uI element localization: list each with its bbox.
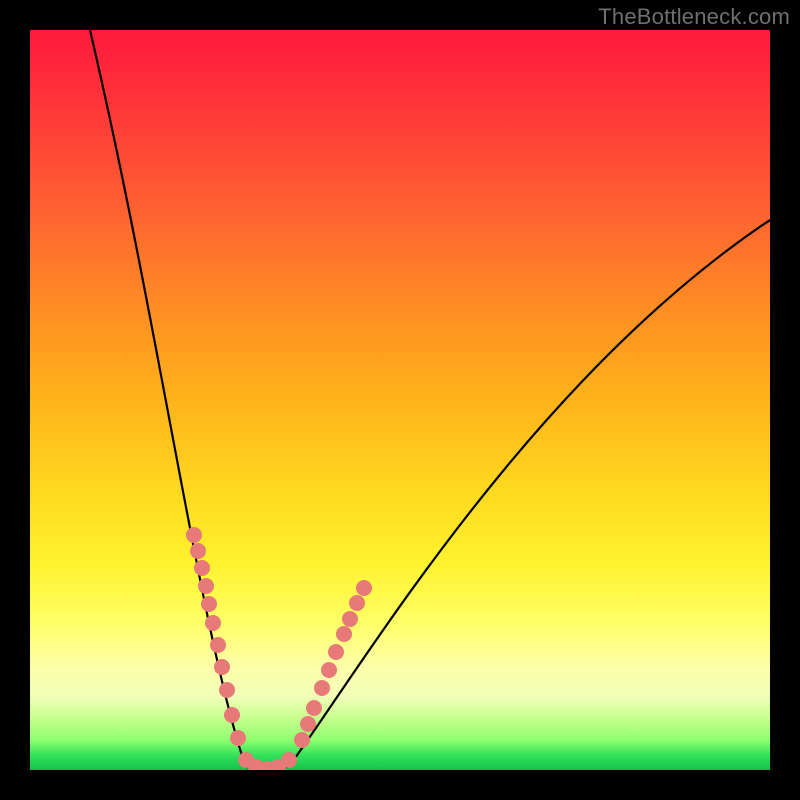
data-point xyxy=(190,543,206,559)
data-point xyxy=(356,580,372,596)
data-point xyxy=(336,626,352,642)
data-point xyxy=(294,732,310,748)
data-point xyxy=(210,637,226,653)
data-point xyxy=(342,611,358,627)
watermark-text: TheBottleneck.com xyxy=(598,4,790,30)
data-point xyxy=(281,752,297,768)
plot-area xyxy=(30,30,770,770)
scatter-points xyxy=(186,527,372,770)
data-point xyxy=(198,578,214,594)
data-point xyxy=(300,716,316,732)
data-point xyxy=(230,730,246,746)
data-point xyxy=(194,560,210,576)
data-point xyxy=(314,680,330,696)
data-point xyxy=(205,615,221,631)
chart-svg xyxy=(30,30,770,770)
data-point xyxy=(306,700,322,716)
data-point xyxy=(186,527,202,543)
data-point xyxy=(214,659,230,675)
data-point xyxy=(328,644,344,660)
bottleneck-curve xyxy=(90,30,770,770)
chart-frame: TheBottleneck.com xyxy=(0,0,800,800)
data-point xyxy=(201,596,217,612)
data-point xyxy=(224,707,240,723)
data-point xyxy=(219,682,235,698)
data-point xyxy=(349,595,365,611)
data-point xyxy=(321,662,337,678)
